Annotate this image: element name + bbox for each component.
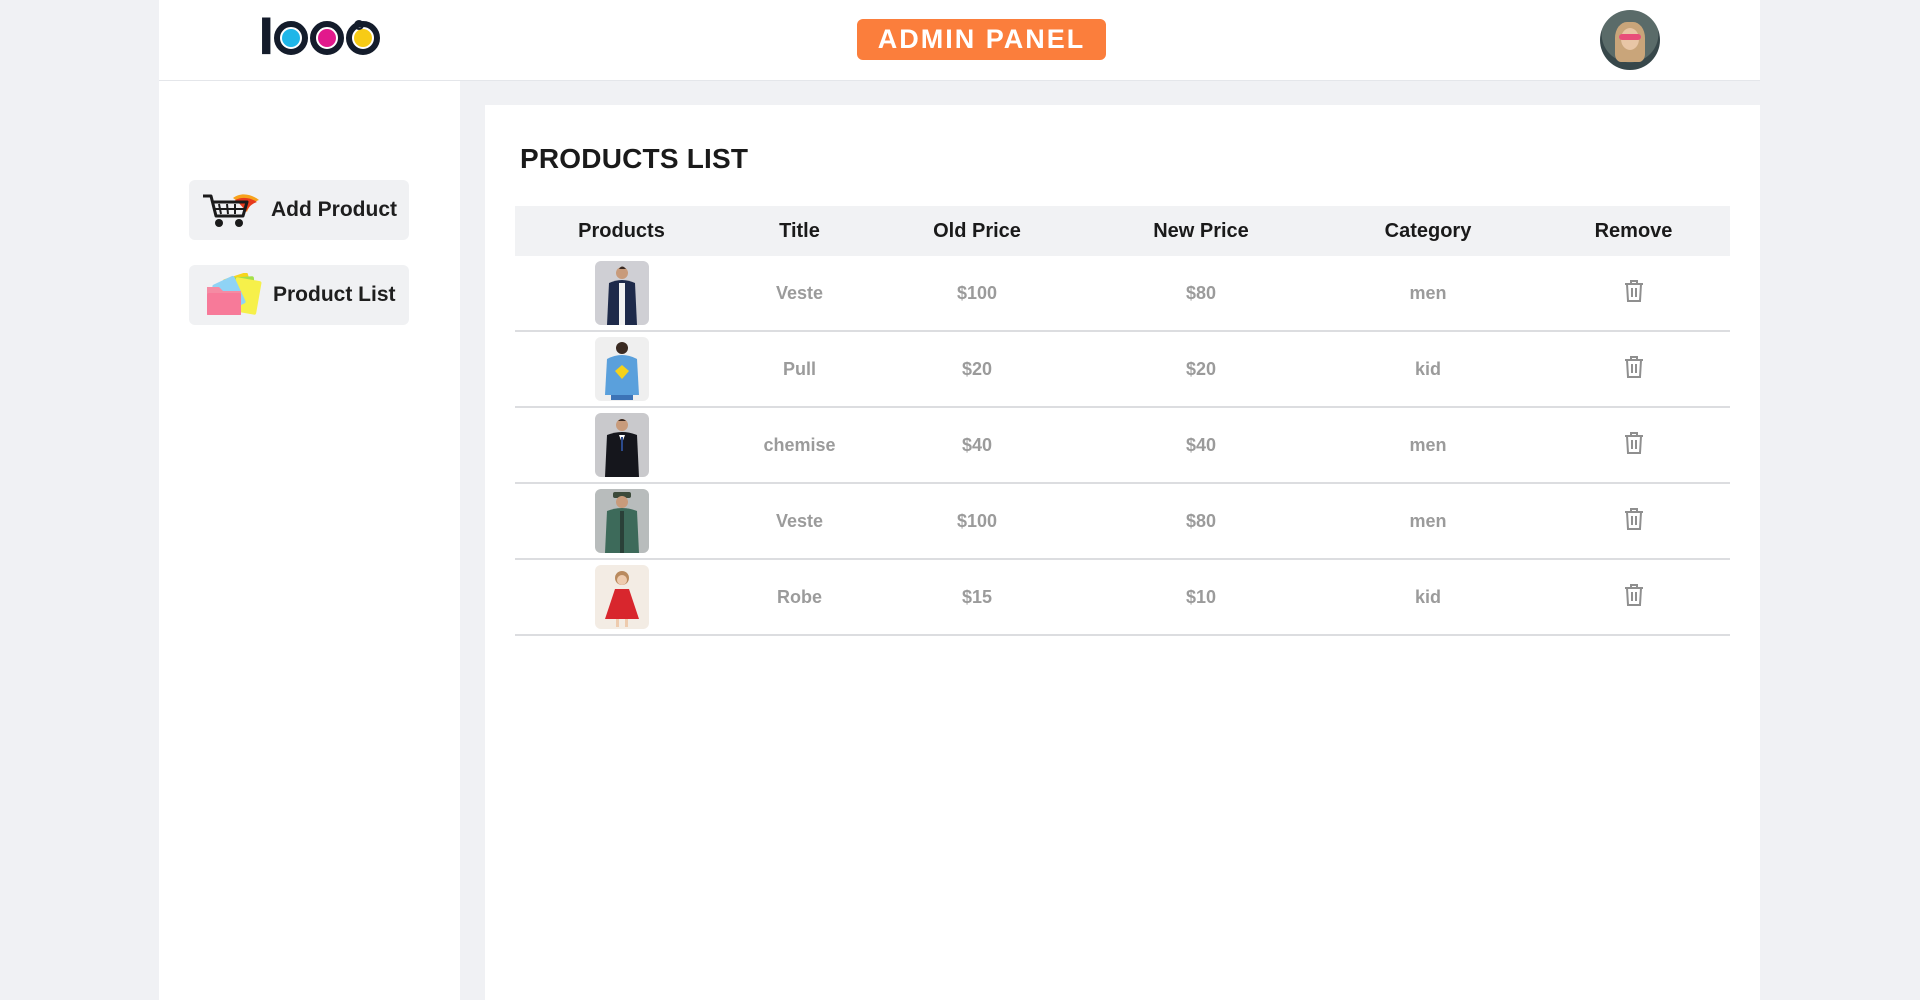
column-header-new-price: New Price (1153, 219, 1249, 242)
product-image (594, 489, 649, 553)
app-window: l ADMIN PANEL Add Product Product List P… (159, 0, 1760, 1000)
product-image (594, 337, 649, 401)
divider (460, 81, 485, 1000)
avatar[interactable] (1600, 10, 1660, 70)
main-panel: PRODUCTS LIST Products Title Old Price N… (485, 105, 1760, 1000)
trash-icon[interactable] (1623, 355, 1645, 384)
admin-panel-badge: ADMIN PANEL (857, 19, 1106, 60)
column-header-category: Category (1384, 219, 1472, 242)
table-row: chemise $40 $40 men (515, 408, 1730, 484)
new-price: $80 (1185, 510, 1217, 531)
new-price: $40 (1185, 434, 1217, 455)
old-price: $40 (961, 434, 993, 455)
trash-icon[interactable] (1623, 507, 1645, 536)
new-price: $80 (1185, 282, 1217, 303)
sidebar-item-add-product[interactable]: Add Product (189, 180, 409, 240)
table-row: Veste $100 $80 men (515, 484, 1730, 560)
old-price: $15 (961, 586, 993, 607)
table-row: Robe $15 $10 kid (515, 560, 1730, 636)
new-price: $10 (1185, 586, 1217, 607)
category: kid (1414, 586, 1441, 607)
trash-icon[interactable] (1623, 279, 1645, 308)
logo[interactable]: l (258, 12, 381, 64)
sidebar-item-product-list[interactable]: Product List (189, 265, 409, 325)
old-price: $20 (961, 358, 993, 379)
products-table: Products Title Old Price New Price Categ… (515, 206, 1730, 636)
product-title: Veste (775, 510, 824, 531)
trash-icon[interactable] (1623, 583, 1645, 612)
table-header: Products Title Old Price New Price Categ… (515, 206, 1730, 256)
column-header-old-price: Old Price (933, 219, 1021, 242)
product-image (594, 413, 649, 477)
new-price: $20 (1185, 358, 1217, 379)
folder-icon (205, 272, 263, 317)
category: men (1409, 434, 1447, 455)
table-row: Pull $20 $20 kid (515, 332, 1730, 408)
category: kid (1414, 358, 1441, 379)
product-title: Veste (775, 282, 824, 303)
cart-icon (201, 190, 261, 230)
divider (485, 81, 1760, 105)
old-price: $100 (956, 282, 998, 303)
column-header-remove: Remove (1594, 219, 1673, 242)
trash-icon[interactable] (1623, 431, 1645, 460)
product-title: Robe (777, 586, 822, 607)
product-title: Pull (782, 358, 816, 379)
page-title: PRODUCTS LIST (520, 143, 749, 174)
column-header-products: Products (578, 219, 665, 242)
product-title: chemise (763, 434, 836, 455)
sidebar: Add Product Product List (159, 81, 460, 1000)
column-header-title: Title (779, 219, 820, 242)
table-row: Veste $100 $80 men (515, 256, 1730, 332)
sidebar-item-label: Add Product (271, 198, 397, 221)
sidebar-item-label: Product List (273, 283, 396, 306)
product-image (594, 565, 649, 629)
top-bar: l ADMIN PANEL (159, 0, 1760, 81)
category: men (1409, 510, 1447, 531)
category: men (1409, 282, 1447, 303)
product-image (594, 261, 649, 325)
old-price: $100 (956, 510, 998, 531)
